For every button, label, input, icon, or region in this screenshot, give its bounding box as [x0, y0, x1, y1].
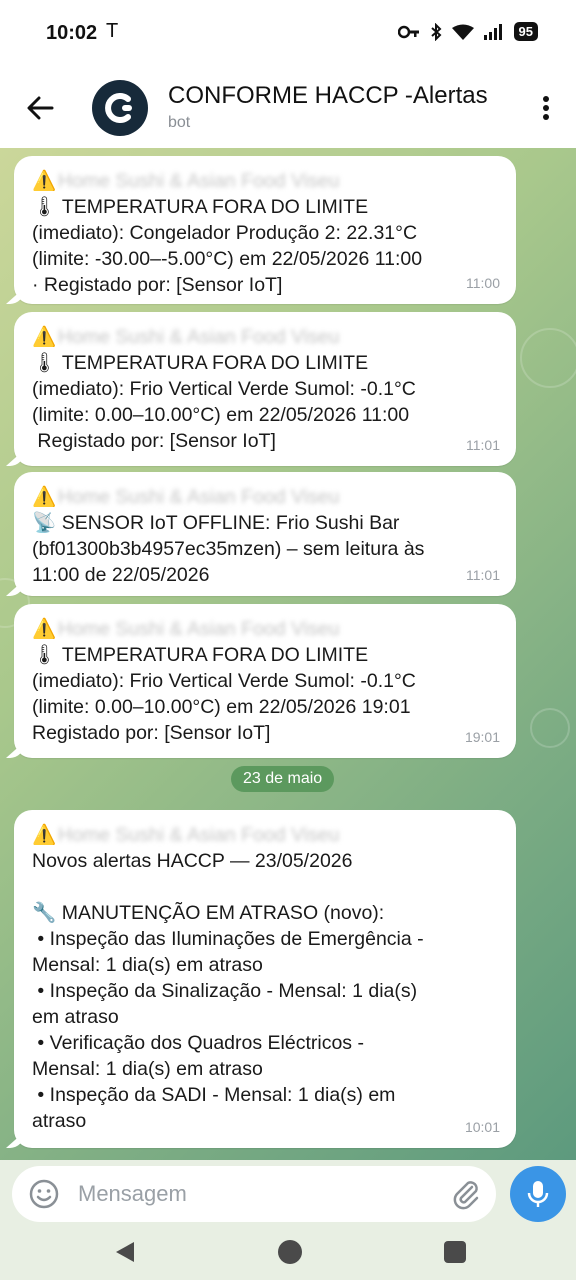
message-line: 📡 SENSOR IoT OFFLINE: Frio Sushi Bar [32, 512, 400, 534]
message-line: 11:00 de 22/05/2026 [32, 564, 210, 586]
background-doodle [530, 708, 570, 748]
warning-icon: ⚠️ [32, 618, 57, 640]
sender-name-blurred: Home Sushi & Asian Food Viseu [58, 326, 340, 348]
message-time: 19:01 [464, 729, 500, 745]
conforme-logo-icon [105, 93, 132, 123]
message-line [32, 874, 498, 900]
key-icon [397, 25, 419, 38]
message-line: Novos alertas HACCP — 23/05/2026 [32, 850, 353, 872]
signal-icon [483, 23, 502, 40]
warning-icon: ⚠️ [32, 170, 57, 192]
message-bubble[interactable]: ⚠️Home Sushi & Asian Food Viseu Novos al… [14, 810, 516, 1148]
sender-name-blurred: Home Sushi & Asian Food Viseu [58, 618, 340, 640]
status-bar: 10:02 T 95 [0, 0, 576, 68]
message-line: (limite: 0.00–10.00°C) em 22/05/2026 19:… [32, 696, 411, 718]
message-line: 🌡 TEMPERATURA FORA DO LIMITE [32, 644, 369, 666]
smiley-icon [29, 1179, 59, 1209]
background-doodle [520, 328, 576, 388]
message-line: • Inspeção das Iluminações de Emergência… [32, 928, 424, 950]
message-input-container [12, 1166, 496, 1222]
status-icons: 95 [397, 22, 538, 41]
message-line: 🔧 MANUTENÇÃO EM ATRASO (novo): [32, 902, 385, 924]
message-line: Registado por: [Sensor IoT] [32, 430, 276, 452]
sender-name-blurred: Home Sushi & Asian Food Viseu [58, 486, 340, 508]
date-separator: 23 de maio [231, 766, 335, 792]
message-bubble[interactable]: ⚠️Home Sushi & Asian Food Viseu 🌡 TEMPER… [14, 312, 516, 466]
emoji-button[interactable] [28, 1178, 60, 1210]
nav-back-icon[interactable] [114, 1240, 136, 1264]
chat-area[interactable]: ⚠️Home Sushi & Asian Food Viseu 🌡 TEMPER… [0, 148, 576, 1160]
message-line: · Registado por: [Sensor IoT] [32, 274, 283, 296]
paperclip-icon [453, 1181, 479, 1210]
message-line: (imediato): Congelador Produção 2: 22.31… [32, 222, 418, 244]
message-time: 10:01 [464, 1119, 500, 1135]
carrier-icon: T [106, 20, 119, 42]
message-time: 11:01 [466, 567, 500, 583]
chat-subtitle: bot [168, 114, 191, 131]
microphone-button[interactable] [510, 1166, 566, 1222]
composer-bar [0, 1160, 576, 1228]
message-line: (bf01300b3b4957ec35mzen) – sem leitura à… [32, 538, 425, 560]
attach-button[interactable] [450, 1178, 482, 1210]
message-time: 11:00 [466, 275, 500, 291]
message-line: (limite: -30.00–-5.00°C) em 22/05/2026 1… [32, 248, 423, 270]
message-time: 11:01 [466, 437, 500, 453]
back-button[interactable] [18, 86, 62, 130]
message-line: • Inspeção da SADI - Mensal: 1 dia(s) em [32, 1084, 396, 1106]
message-line: Mensal: 1 dia(s) em atraso [32, 954, 263, 976]
message-bubble[interactable]: ⚠️Home Sushi & Asian Food Viseu 🌡 TEMPER… [14, 604, 516, 758]
warning-icon: ⚠️ [32, 486, 57, 508]
warning-icon: ⚠️ [32, 824, 57, 846]
bluetooth-icon [430, 22, 441, 41]
nav-recents-icon[interactable] [444, 1241, 466, 1263]
status-time: 10:02 [46, 22, 98, 44]
sender-name-blurred: Home Sushi & Asian Food Viseu [58, 824, 340, 846]
battery-indicator: 95 [513, 22, 538, 41]
message-line: • Inspeção da Sinalização - Mensal: 1 di… [32, 980, 418, 1002]
message-bubble[interactable]: ⚠️Home Sushi & Asian Food Viseu 🌡 TEMPER… [14, 156, 516, 304]
message-line: 🌡 TEMPERATURA FORA DO LIMITE [32, 196, 369, 218]
arrow-left-icon [27, 96, 54, 120]
chat-title[interactable]: CONFORME HACCP -Alertas [168, 82, 488, 110]
message-line: 🌡 TEMPERATURA FORA DO LIMITE [32, 352, 369, 374]
warning-icon: ⚠️ [32, 326, 57, 348]
more-options-button[interactable] [530, 86, 562, 130]
bot-avatar[interactable] [92, 80, 148, 136]
message-line: (imediato): Frio Vertical Verde Sumol: -… [32, 670, 416, 692]
message-line: em atraso [32, 1006, 119, 1028]
more-vert-icon [543, 96, 549, 120]
message-line: Mensal: 1 dia(s) em atraso [32, 1058, 263, 1080]
wifi-icon [451, 24, 474, 40]
nav-home-icon[interactable] [278, 1240, 302, 1264]
message-input[interactable] [78, 1178, 438, 1210]
microphone-icon [527, 1181, 549, 1207]
message-line: (imediato): Frio Vertical Verde Sumol: -… [32, 378, 416, 400]
message-line: atraso [32, 1110, 87, 1132]
system-nav-bar [0, 1228, 576, 1280]
message-line: (limite: 0.00–10.00°C) em 22/05/2026 11:… [32, 404, 410, 426]
message-bubble[interactable]: ⚠️Home Sushi & Asian Food Viseu 📡 SENSOR… [14, 472, 516, 596]
message-line: • Verificação dos Quadros Eléctricos - [32, 1032, 364, 1054]
message-line: Registado por: [Sensor IoT] [32, 722, 271, 744]
sender-name-blurred: Home Sushi & Asian Food Viseu [58, 170, 340, 192]
chat-header: CONFORME HACCP -Alertas bot [0, 68, 576, 148]
